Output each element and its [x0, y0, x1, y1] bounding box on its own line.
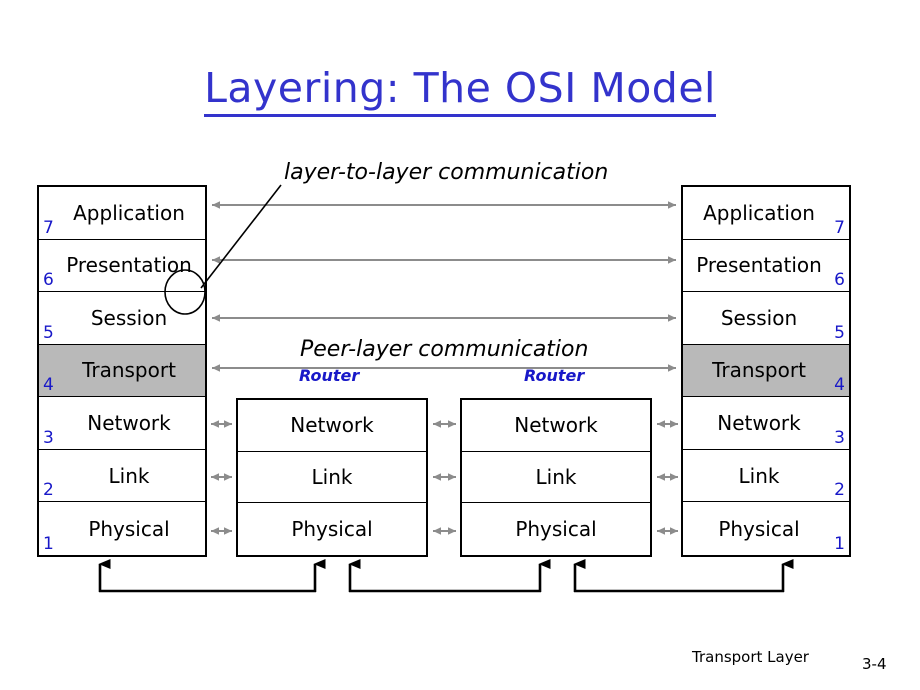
layer-label-link: Link	[738, 463, 780, 488]
callout-leader-line	[200, 184, 282, 289]
layer-row-physical: Physical	[462, 503, 650, 555]
layer-label-presentation: Presentation	[66, 253, 192, 278]
layer-number-1: 1	[43, 533, 54, 554]
layer-number-3: 3	[834, 427, 845, 448]
layer-number-2: 2	[43, 480, 54, 501]
layer-row-transport: Transport 4	[683, 344, 849, 398]
layer-row-link: Link 2	[39, 449, 205, 503]
page-title-text: Layering: The OSI Model	[204, 64, 716, 117]
layer-label-session: Session	[720, 305, 798, 330]
layer-row-presentation: Presentation 6	[39, 239, 205, 293]
end-system-left-stack: Application 7 Presentation 6 Session 5 Transpo…	[37, 185, 207, 557]
layer-label-physical: Physical	[718, 516, 800, 541]
layer-row-network: Network 3	[683, 397, 849, 450]
layer-number-4: 4	[834, 375, 845, 396]
layer-label-physical: Physical	[291, 517, 373, 542]
layer-row-link: Link	[238, 451, 426, 504]
layer-row-link: Link	[462, 451, 650, 504]
layer-row-application: Application 7	[39, 187, 205, 240]
layer-label-network: Network	[87, 411, 171, 436]
layer-label-physical: Physical	[515, 517, 597, 542]
layer-label-link: Link	[108, 463, 150, 488]
layer-row-network: Network 3	[39, 397, 205, 450]
layer-label-network: Network	[514, 413, 598, 438]
layer-number-6: 6	[43, 270, 54, 291]
layer-row-link: Link 2	[683, 449, 849, 503]
layer-label-transport: Transport	[82, 358, 176, 383]
router-right-label: Router	[524, 366, 585, 385]
page-title: Layering: The OSI Model	[0, 64, 920, 117]
layer-number-6: 6	[834, 270, 845, 291]
layer-label-application: Application	[73, 200, 185, 225]
layer-row-physical: Physical 1	[683, 502, 849, 555]
layer-row-presentation: Presentation 6	[683, 239, 849, 293]
layer-label-network: Network	[717, 411, 801, 436]
layer-row-transport: Transport 4	[39, 344, 205, 398]
layer-number-5: 5	[834, 322, 845, 343]
layer-label-physical: Physical	[88, 516, 170, 541]
layer-label-network: Network	[290, 413, 374, 438]
router-left-stack: Network Link Physical	[236, 398, 428, 557]
layer-row-physical: Physical 1	[39, 502, 205, 555]
layer-number-2: 2	[834, 480, 845, 501]
router-right-stack: Network Link Physical	[460, 398, 652, 557]
layer-number-5: 5	[43, 322, 54, 343]
layer-number-7: 7	[834, 217, 845, 238]
layer-to-layer-communication-label: layer-to-layer communication	[284, 160, 609, 185]
layer-label-link: Link	[311, 464, 353, 489]
layer-row-network: Network	[238, 400, 426, 452]
end-system-right-stack: Application 7 Presentation 6 Session 5 Transpo…	[681, 185, 851, 557]
footer-title: Transport Layer	[692, 648, 809, 666]
layer-number-4: 4	[43, 375, 54, 396]
layer-row-application: Application 7	[683, 187, 849, 240]
layer-row-session: Session 5	[39, 292, 205, 345]
layer-number-7: 7	[43, 217, 54, 238]
layer-number-1: 1	[834, 533, 845, 554]
layer-label-session: Session	[90, 305, 168, 330]
router-left-label: Router	[299, 366, 360, 385]
layer-row-network: Network	[462, 400, 650, 452]
layer-label-link: Link	[535, 464, 577, 489]
layer-label-transport: Transport	[712, 358, 806, 383]
layer-row-physical: Physical	[238, 503, 426, 555]
footer-page-number: 3-4	[862, 655, 887, 673]
layer-label-application: Application	[703, 200, 815, 225]
peer-layer-communication-label: Peer-layer communication	[300, 337, 589, 362]
layer-number-3: 3	[43, 427, 54, 448]
layer-row-session: Session 5	[683, 292, 849, 345]
layer-label-presentation: Presentation	[696, 253, 822, 278]
